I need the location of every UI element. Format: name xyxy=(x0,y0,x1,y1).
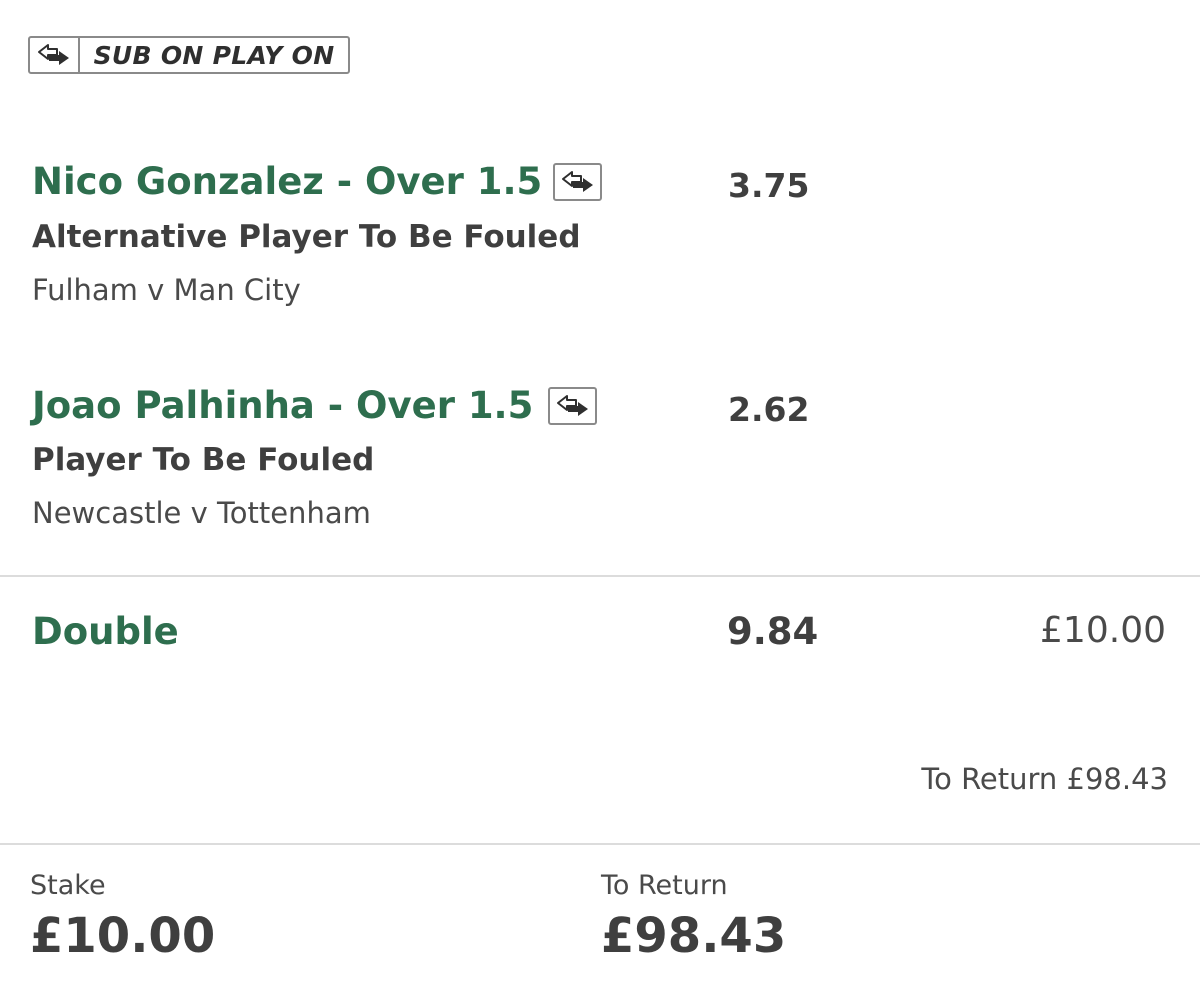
footer-return-value: £98.43 xyxy=(601,908,787,964)
selection-odds: 2.62 xyxy=(728,390,810,429)
swap-arrows-icon xyxy=(553,163,602,201)
footer-stake-label: Stake xyxy=(30,870,106,901)
bet-type-label: Double xyxy=(32,610,179,653)
swap-arrows-icon xyxy=(548,387,597,425)
selection-title: Nico Gonzalez - Over 1.5 xyxy=(32,160,543,203)
badge-label: SUB ON PLAY ON xyxy=(93,40,335,70)
swap-arrows-icon xyxy=(30,38,80,72)
bet-total-odds: 9.84 xyxy=(727,610,819,653)
selection-odds: 3.75 xyxy=(728,166,810,205)
footer-stake-value: £10.00 xyxy=(30,908,216,964)
sub-on-play-on-badge: SUB ON PLAY ON xyxy=(28,36,350,74)
selection-title: Joao Palhinha - Over 1.5 xyxy=(32,384,534,427)
selection-market: Player To Be Fouled xyxy=(32,442,375,478)
section-divider xyxy=(0,575,1200,577)
footer-divider xyxy=(0,843,1200,845)
bet-to-return: To Return £98.43 xyxy=(921,762,1168,796)
selection-event: Newcastle v Tottenham xyxy=(32,496,371,530)
bet-stake-value[interactable]: £10.00 xyxy=(1040,610,1166,651)
footer-return-label: To Return xyxy=(601,870,728,901)
selection-market: Alternative Player To Be Fouled xyxy=(32,219,581,255)
selection-event: Fulham v Man City xyxy=(32,273,301,307)
